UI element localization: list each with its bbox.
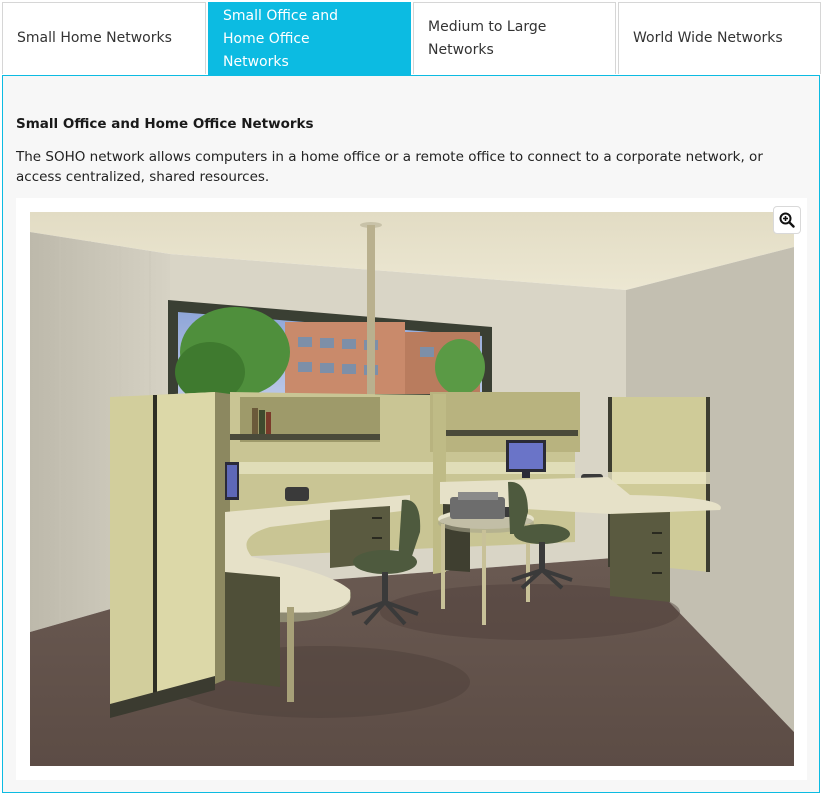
tab-label: Small Office and Home Office Networks [223,8,338,70]
tab-panel: Small Office and Home Office Networks Th… [2,75,820,793]
zoom-in-icon [779,212,795,228]
tab-label: Small Home Networks [17,30,172,46]
tab-small-home-networks[interactable]: Small Home Networks [2,2,206,74]
panel-title: Small Office and Home Office Networks [16,116,314,132]
tab-medium-to-large-networks[interactable]: Medium to Large Networks [413,2,616,74]
tab-label: World Wide Networks [633,30,783,46]
panel-description: The SOHO network allows computers in a h… [16,149,763,185]
tab-small-office-home-office-networks[interactable]: Small Office and Home Office Networks [208,2,411,76]
soho-office-figure [16,198,807,780]
tab-label: Medium to Large Networks [428,18,547,58]
tab-world-wide-networks[interactable]: World Wide Networks [618,2,821,74]
zoom-in-button[interactable] [773,206,801,234]
soho-office-illustration [30,212,794,766]
tab-bar: Small Home Networks Small Office and Hom… [2,2,821,76]
